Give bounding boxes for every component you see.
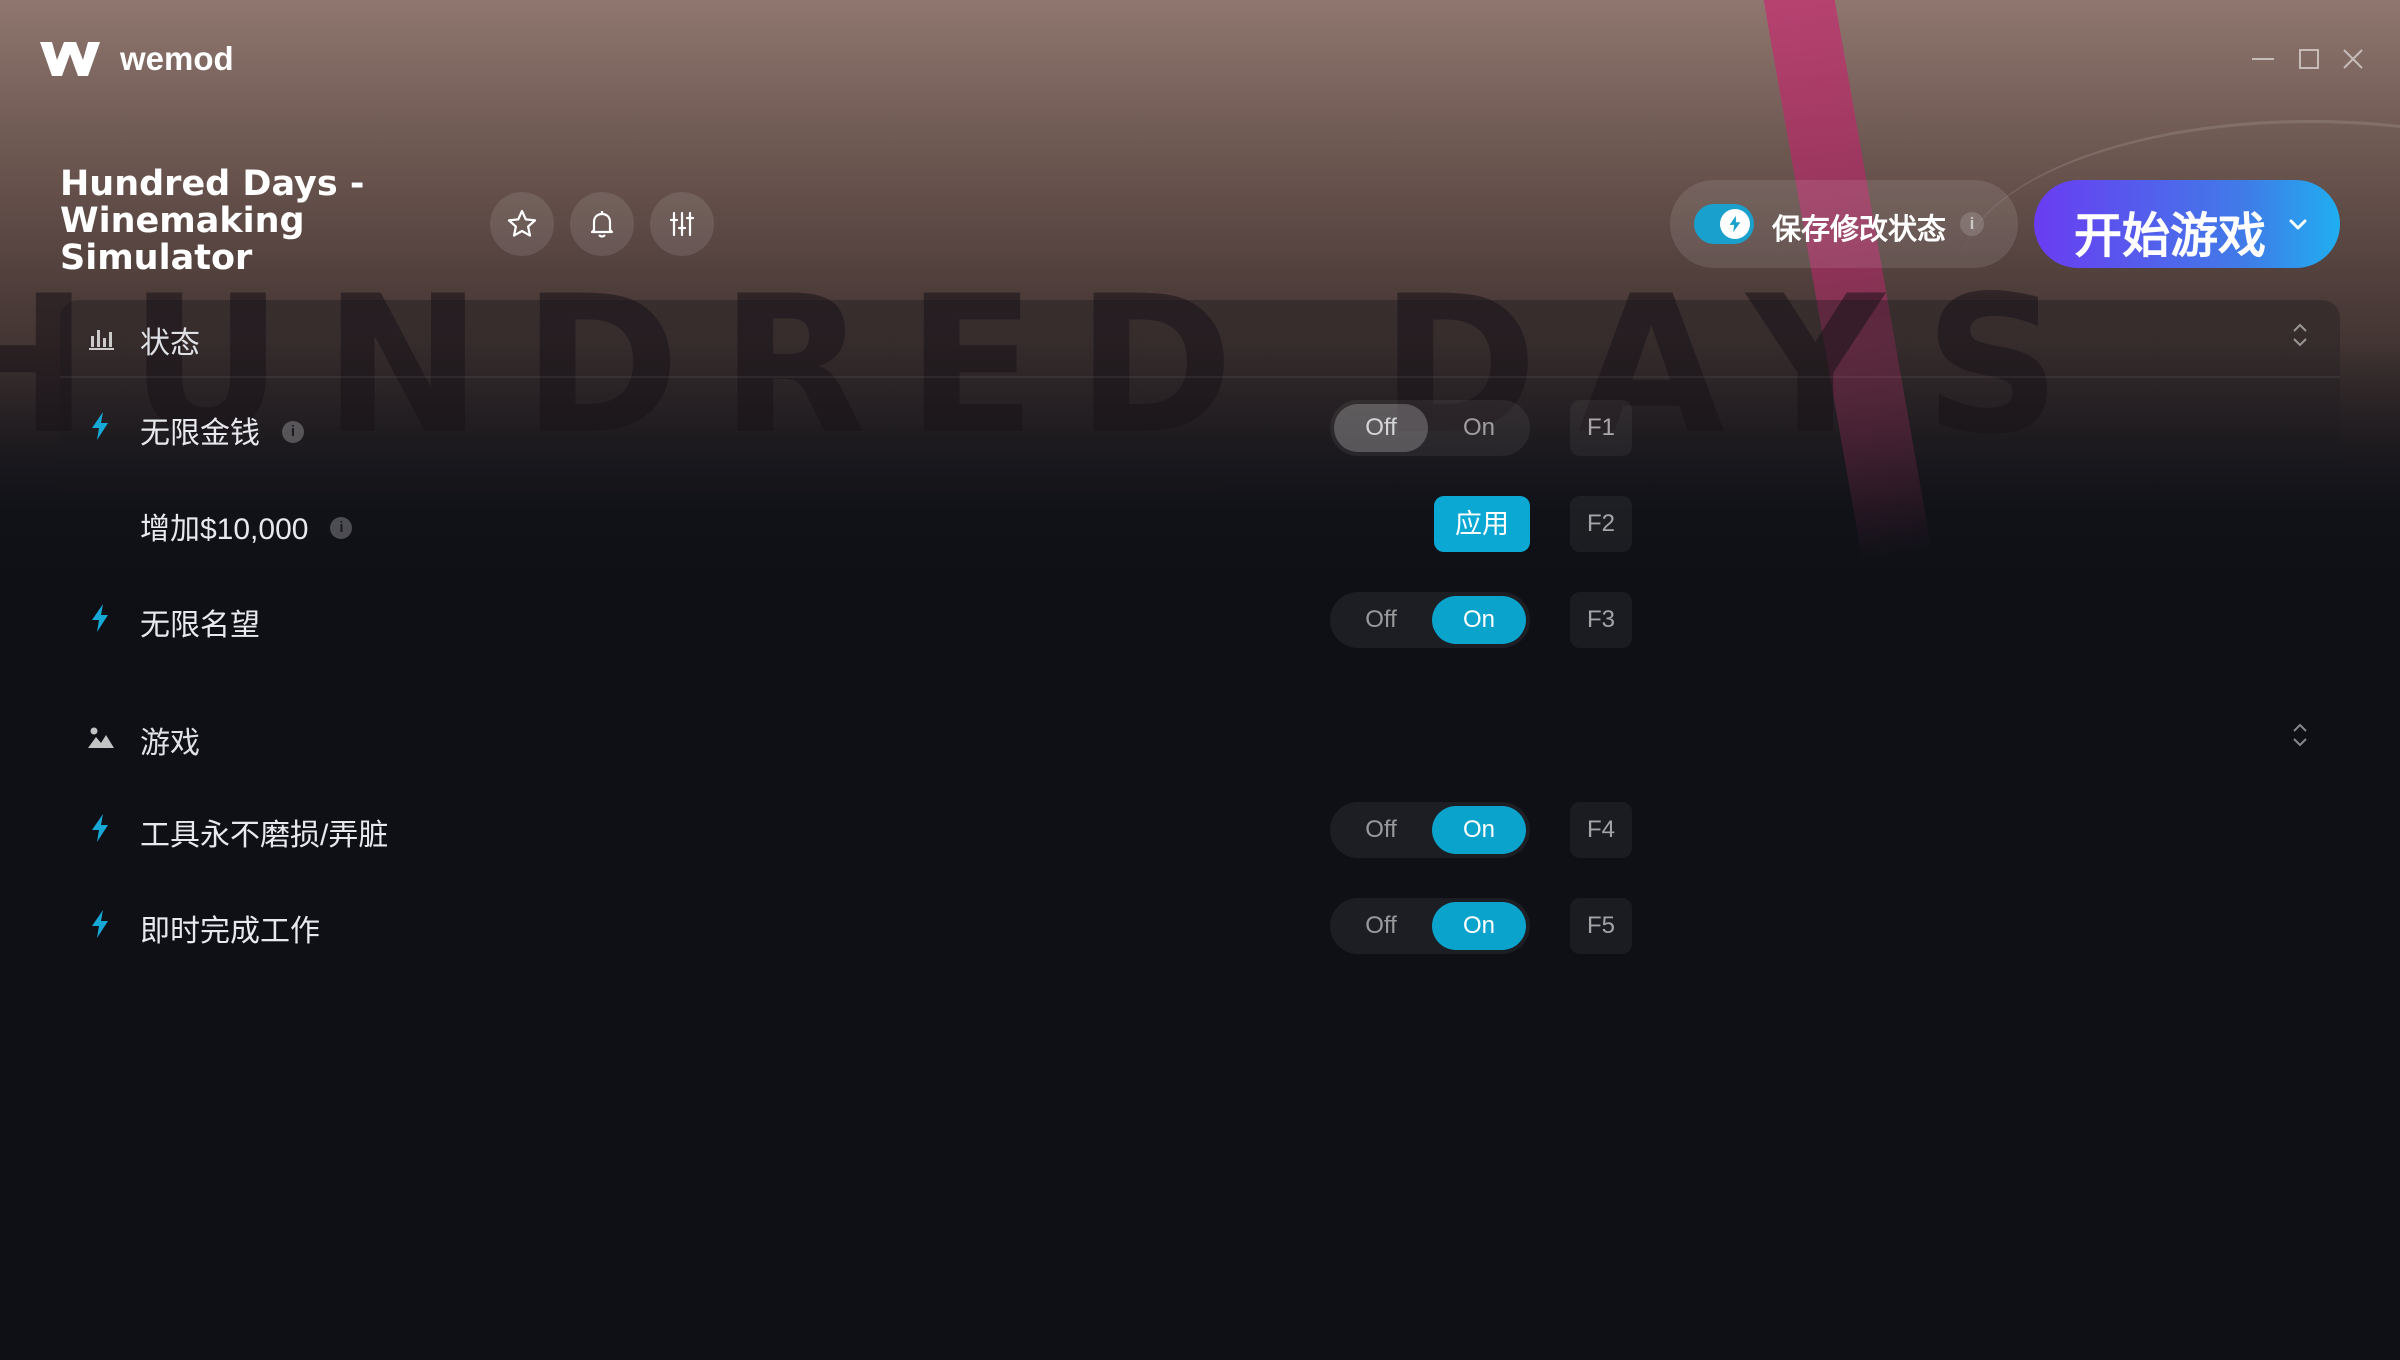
app-name: wemod [120,40,234,77]
hotkey-badge[interactable]: F5 [1570,898,1632,954]
toggle-on-option[interactable]: On [1432,404,1526,452]
chevron-down-icon[interactable] [2284,210,2312,238]
hotkey-badge[interactable]: F1 [1570,400,1632,456]
favorite-button[interactable] [490,192,554,256]
lightning-icon [92,910,108,938]
minimize-icon [2252,58,2274,60]
mod-row-unlimited-reputation: 无限名望 Off On F3 [60,570,2340,666]
mod-toggle[interactable]: Off On [1330,802,1530,858]
lightning-icon [1729,215,1741,233]
maximize-button[interactable] [2292,42,2326,76]
mod-toggle[interactable]: Off On [1330,400,1530,456]
section-title: 状态 [140,327,200,360]
mod-row-tools-never-wear: 工具永不磨损/弄脏 Off On F4 [60,780,2340,876]
lightning-icon [92,814,108,842]
toggle-off-option[interactable]: Off [1334,806,1428,854]
toggle-on-option[interactable]: On [1432,806,1526,854]
wemod-logo-icon [40,42,100,76]
close-button[interactable] [2336,42,2370,76]
mod-settings-button[interactable] [650,192,714,256]
mod-toggle[interactable]: Off On [1330,592,1530,648]
collapse-icon[interactable] [2288,320,2312,350]
save-mods-control[interactable]: 保存修改状态 i [1670,180,2018,268]
save-mods-toggle[interactable] [1694,204,1754,244]
mod-label: 无限名望 [140,609,260,642]
apply-button[interactable]: 应用 [1434,496,1530,552]
collapse-icon[interactable] [2288,720,2312,750]
toggle-on-option[interactable]: On [1432,902,1526,950]
info-icon[interactable]: i [282,421,304,444]
mod-label: 即时完成工作 [140,915,320,948]
section-title: 游戏 [140,727,200,760]
section-header-game[interactable]: 游戏 [60,700,2340,776]
title-bar: wemod [0,0,2400,120]
notifications-button[interactable] [570,192,634,256]
toggle-off-option[interactable]: Off [1334,404,1428,452]
lightning-icon [92,412,108,440]
landscape-icon [88,727,114,748]
info-icon[interactable]: i [1960,212,1984,236]
sliders-icon [669,211,695,237]
game-title: Hundred Days - Winemaking Simulator [60,164,365,278]
section-header-stats[interactable]: 状态 [60,300,2340,376]
play-button-label: 开始游戏 [2074,210,2267,263]
mod-label: 无限金钱 [140,417,260,450]
mod-row-unlimited-money: 无限金钱 i Off On F1 [60,378,2340,474]
mod-label: 增加$10,000 [140,513,309,546]
bell-icon [590,211,614,238]
minimize-button[interactable] [2246,42,2280,76]
toggle-on-option[interactable]: On [1432,596,1526,644]
mod-toggle[interactable]: Off On [1330,898,1530,954]
play-button[interactable]: 开始游戏 [2034,180,2340,268]
maximize-icon [2299,49,2319,69]
toggle-off-option[interactable]: Off [1334,596,1428,644]
lightning-icon [92,604,108,632]
bar-chart-icon [89,330,114,350]
mod-label: 工具永不磨损/弄脏 [140,819,389,852]
hotkey-badge[interactable]: F4 [1570,802,1632,858]
save-mods-label: 保存修改状态 [1772,214,1947,246]
toggle-off-option[interactable]: Off [1334,902,1428,950]
mod-row-instant-work: 即时完成工作 Off On F5 [60,876,2340,972]
hotkey-badge[interactable]: F2 [1570,496,1632,552]
close-icon [2343,49,2363,69]
mod-row-add-money: 增加$10,000 i 应用 F2 [60,474,2340,570]
hotkey-badge[interactable]: F3 [1570,592,1632,648]
star-icon [507,209,537,237]
info-icon[interactable]: i [330,517,353,540]
